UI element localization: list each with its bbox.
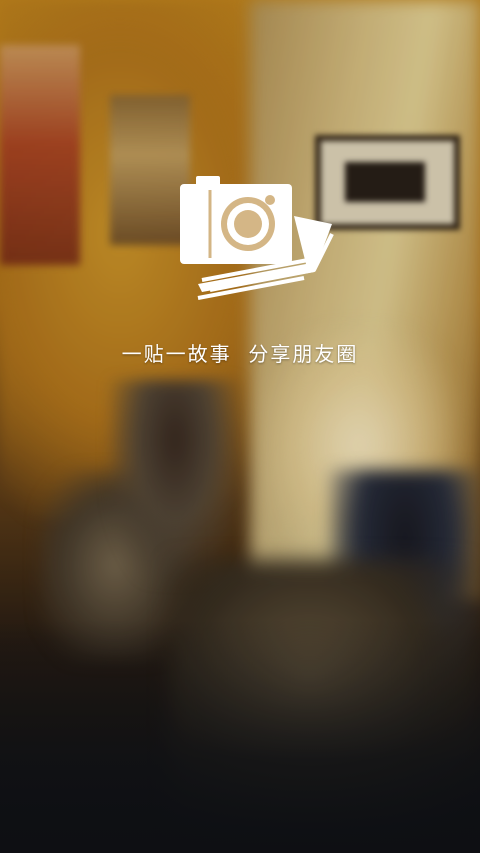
app-tagline: 一贴一故事 分享朋友圈	[121, 342, 359, 366]
background-shade	[0, 0, 480, 853]
splash-screen: 一贴一故事 分享朋友圈	[0, 0, 480, 853]
photo-stack-camera-icon	[176, 176, 336, 306]
